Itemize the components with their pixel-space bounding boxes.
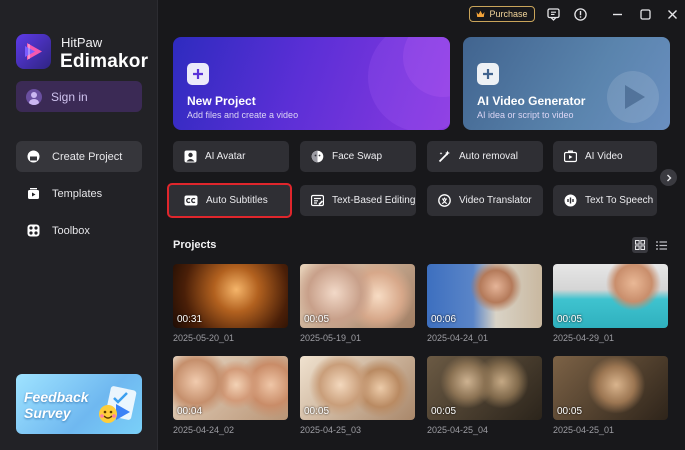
tool-label: Auto Subtitles bbox=[206, 195, 268, 206]
feedback-survey-banner[interactable]: Feedback Survey bbox=[16, 374, 142, 434]
magic-wand-icon bbox=[437, 150, 451, 164]
tool-auto-removal[interactable]: Auto removal bbox=[427, 141, 543, 172]
nav-templates-label: Templates bbox=[52, 187, 103, 200]
list-view-icon[interactable] bbox=[653, 237, 669, 253]
info-icon[interactable] bbox=[572, 6, 588, 22]
tool-video-translator[interactable]: Video Translator bbox=[427, 185, 543, 216]
project-name: 2025-04-24_01 bbox=[427, 333, 489, 343]
project-duration: 00:05 bbox=[557, 406, 583, 417]
tool-label: Video Translator bbox=[459, 195, 532, 206]
feedback-illustration-icon bbox=[99, 386, 137, 423]
brand-name-top: HitPaw bbox=[61, 35, 103, 50]
tool-label: AI Video bbox=[585, 151, 623, 162]
nav-templates[interactable]: Templates bbox=[16, 178, 142, 209]
new-project-subtitle: Add files and create a video bbox=[187, 110, 299, 120]
tool-text-to-speech[interactable]: Text To Speech bbox=[553, 185, 657, 216]
tool-label: AI Avatar bbox=[205, 151, 246, 162]
tool-ai-video[interactable]: AI Video bbox=[553, 141, 657, 172]
projects-heading: Projects bbox=[173, 239, 217, 251]
crown-icon bbox=[476, 10, 485, 18]
plus-icon bbox=[477, 63, 499, 85]
tool-label: Text To Speech bbox=[585, 195, 654, 206]
grid-view-icon[interactable] bbox=[632, 237, 648, 253]
ai-video-icon bbox=[563, 150, 577, 164]
create-project-icon bbox=[27, 150, 40, 163]
ai-video-generator-title: AI Video Generator bbox=[477, 94, 586, 108]
avatar-icon bbox=[183, 150, 197, 164]
tool-auto-subtitles[interactable]: Auto Subtitles bbox=[167, 183, 292, 218]
project-thumbnail[interactable]: 00:05 bbox=[427, 356, 542, 420]
nav-toolbox[interactable]: Toolbox bbox=[16, 215, 142, 246]
ai-video-generator-subtitle: AI idea or script to video bbox=[477, 110, 574, 120]
project-duration: 00:31 bbox=[177, 314, 203, 325]
sign-in-label: Sign in bbox=[51, 89, 88, 104]
project-thumbnail[interactable]: 00:31 bbox=[173, 264, 288, 328]
project-thumbnail[interactable]: 00:04 bbox=[173, 356, 288, 420]
cc-icon bbox=[184, 194, 198, 208]
user-avatar-icon bbox=[26, 88, 42, 105]
tool-label: Auto removal bbox=[459, 151, 518, 162]
purchase-button[interactable]: Purchase bbox=[469, 6, 535, 22]
project-duration: 00:05 bbox=[431, 406, 457, 417]
new-project-title: New Project bbox=[187, 94, 256, 108]
tool-text-based-editing[interactable]: Text-Based Editing bbox=[300, 185, 416, 216]
project-name: 2025-04-29_01 bbox=[553, 333, 615, 343]
project-name: 2025-04-25_03 bbox=[300, 425, 362, 435]
plus-icon bbox=[187, 63, 209, 85]
tool-label: Face Swap bbox=[332, 151, 383, 162]
minimize-icon[interactable] bbox=[609, 6, 625, 22]
sign-in-button[interactable]: Sign in bbox=[16, 81, 142, 112]
maximize-icon[interactable] bbox=[637, 6, 653, 22]
sidebar: HitPaw Edimakor Sign in Create Project T… bbox=[0, 0, 158, 450]
project-thumbnail[interactable]: 00:05 bbox=[300, 264, 415, 328]
brand-name-main: Edimakor bbox=[60, 51, 149, 72]
project-duration: 00:05 bbox=[304, 314, 330, 325]
nav-create-project[interactable]: Create Project bbox=[16, 141, 142, 172]
new-project-card[interactable]: New Project Add files and create a video bbox=[173, 37, 450, 130]
face-swap-icon bbox=[310, 150, 324, 164]
text-edit-icon bbox=[310, 194, 324, 208]
feedback-line2: Survey bbox=[24, 405, 71, 421]
toolbox-icon bbox=[27, 224, 40, 237]
project-duration: 00:06 bbox=[431, 314, 457, 325]
ai-video-generator-card[interactable]: AI Video Generator AI idea or script to … bbox=[463, 37, 670, 130]
nav-toolbox-label: Toolbox bbox=[52, 224, 90, 237]
project-name: 2025-04-25_01 bbox=[553, 425, 615, 435]
tool-ai-avatar[interactable]: AI Avatar bbox=[173, 141, 289, 172]
project-thumbnail[interactable]: 00:05 bbox=[553, 264, 668, 328]
feedback-line1: Feedback bbox=[24, 389, 89, 405]
project-thumbnail[interactable]: 00:05 bbox=[300, 356, 415, 420]
nav-create-project-label: Create Project bbox=[52, 150, 123, 163]
project-duration: 00:05 bbox=[557, 314, 583, 325]
project-name: 2025-05-19_01 bbox=[300, 333, 362, 343]
speech-icon bbox=[563, 194, 577, 208]
templates-icon bbox=[27, 187, 40, 200]
tool-face-swap[interactable]: Face Swap bbox=[300, 141, 416, 172]
close-icon[interactable] bbox=[664, 6, 680, 22]
project-name: 2025-04-25_04 bbox=[427, 425, 489, 435]
tool-label: Text-Based Editing bbox=[332, 195, 416, 206]
project-duration: 00:04 bbox=[177, 406, 203, 417]
purchase-label: Purchase bbox=[489, 9, 528, 19]
project-name: 2025-04-24_02 bbox=[173, 425, 235, 435]
decor-swirl-icon bbox=[368, 37, 450, 130]
project-thumbnail[interactable]: 00:05 bbox=[553, 356, 668, 420]
project-duration: 00:05 bbox=[304, 406, 330, 417]
translate-icon bbox=[437, 194, 451, 208]
tools-next-arrow-icon[interactable] bbox=[660, 169, 677, 186]
feedback-icon[interactable] bbox=[545, 6, 561, 22]
project-name: 2025-05-20_01 bbox=[173, 333, 235, 343]
app-logo bbox=[16, 34, 51, 69]
play-decor-icon bbox=[607, 71, 659, 123]
project-thumbnail[interactable]: 00:06 bbox=[427, 264, 542, 328]
